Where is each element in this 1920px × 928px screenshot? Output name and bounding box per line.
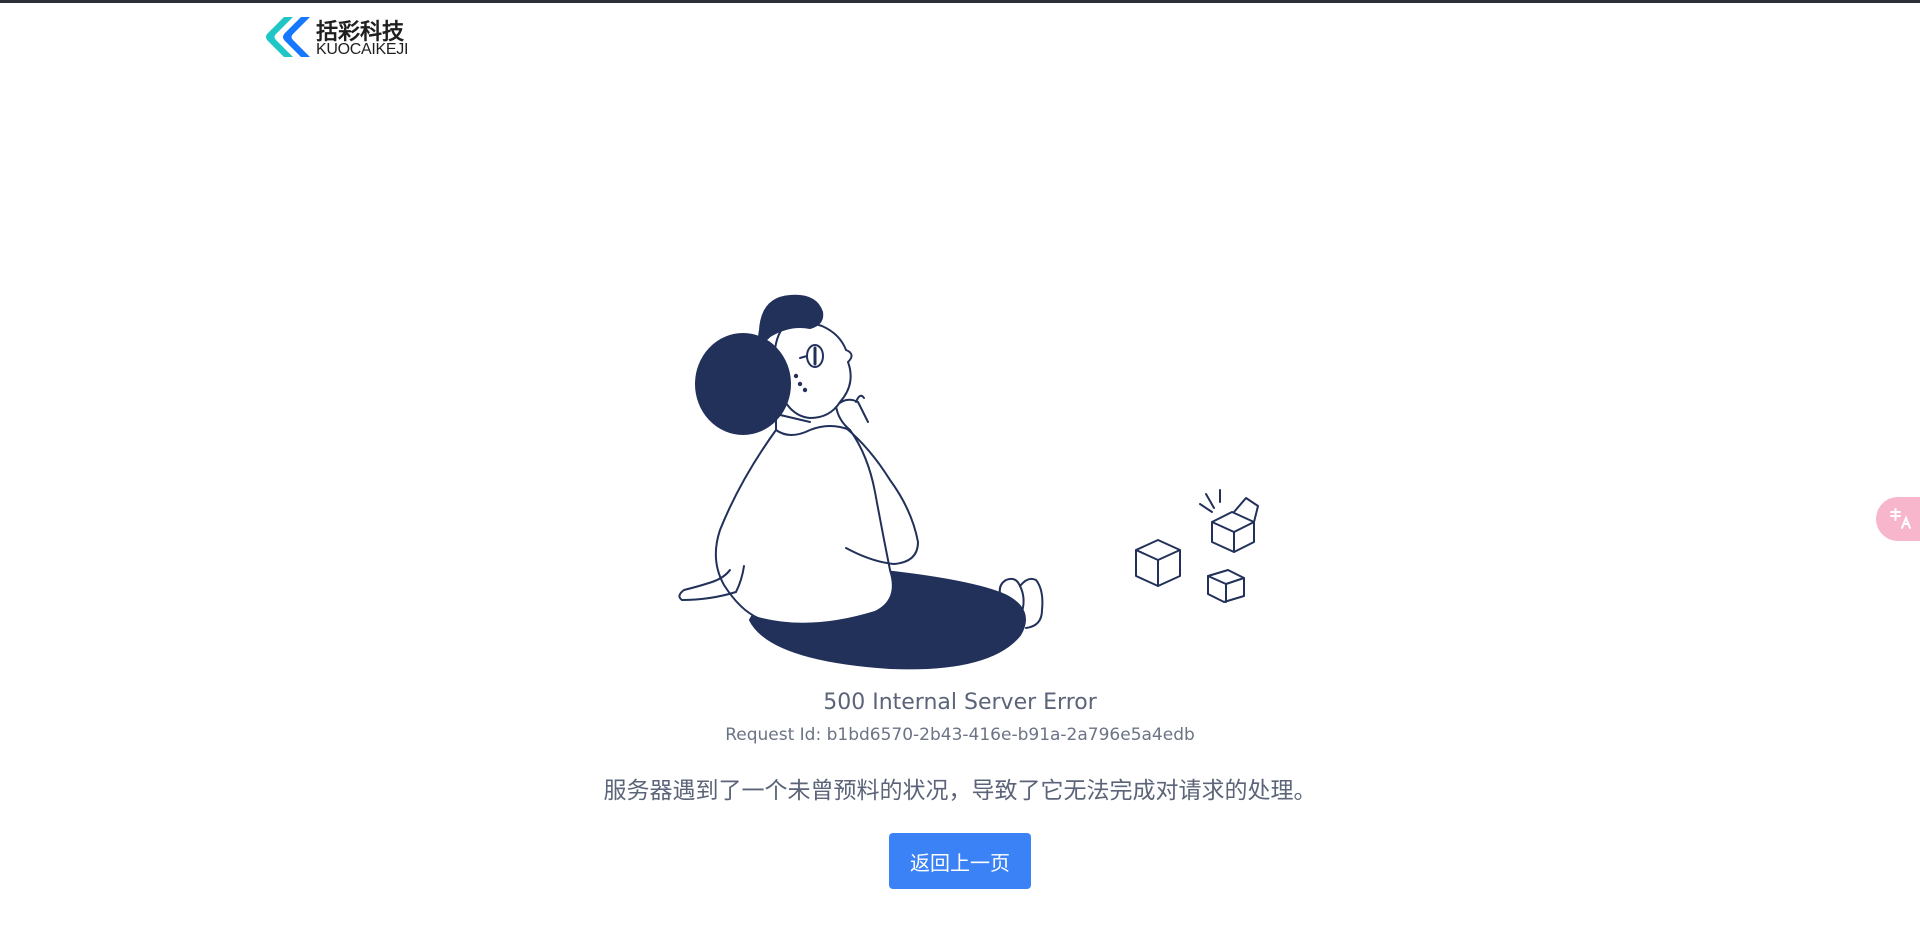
top-border [0, 0, 1920, 3]
error-title: 500 Internal Server Error [823, 690, 1097, 715]
logo-text-en: KUOCAIKEJI [316, 41, 409, 58]
error-message: 服务器遇到了一个未曾预料的状况，导致了它无法完成对请求的处理。 [603, 778, 1317, 804]
back-button[interactable]: 返回上一页 [889, 833, 1031, 889]
logo-mark-icon [266, 17, 310, 57]
translate-icon [1890, 508, 1911, 529]
error-illustration [678, 294, 1259, 670]
company-logo[interactable]: 括彩科技 KUOCAIKEJI [262, 14, 412, 60]
translate-button[interactable] [1876, 497, 1920, 541]
request-id: Request Id: b1bd6570-2b43-416e-b91a-2a79… [725, 725, 1195, 745]
